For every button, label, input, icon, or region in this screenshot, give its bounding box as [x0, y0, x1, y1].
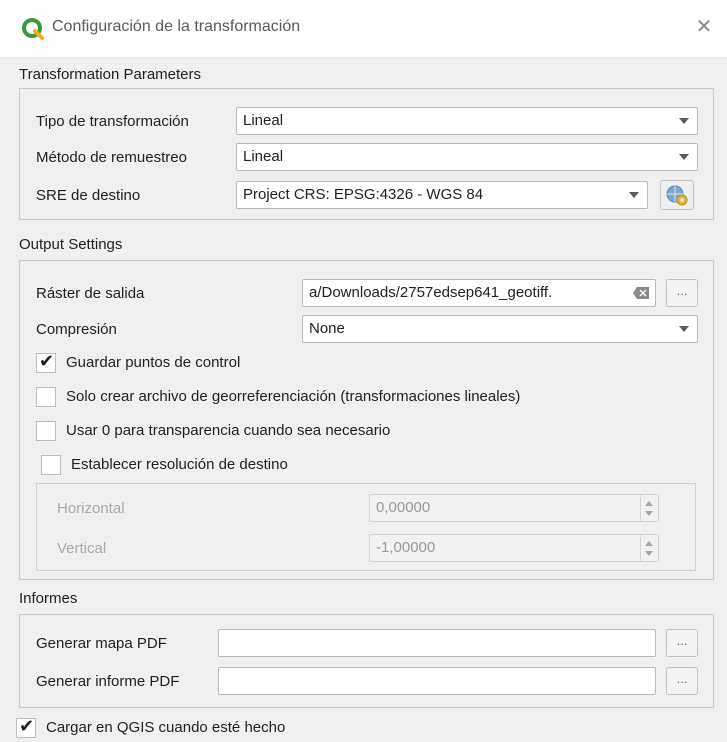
vertical-label: Vertical [57, 540, 107, 557]
browse-pdf-report-button[interactable]: ... [666, 667, 698, 695]
output-group: Ráster de salida a/Downloads/2757edsep64… [19, 260, 714, 580]
zero-transparency-checkbox[interactable] [36, 421, 56, 441]
select-crs-button[interactable] [660, 180, 694, 210]
target-crs-value: Project CRS: EPSG:4326 - WGS 84 [243, 186, 484, 203]
resampling-method-value: Lineal [243, 148, 284, 165]
reports-section-title: Informes [19, 590, 78, 607]
output-raster-value: a/Downloads/2757edsep641_geotiff. [309, 284, 553, 301]
qgis-logo-icon [22, 18, 44, 40]
title-bar: Configuración de la transformación ✕ [0, 0, 727, 58]
checkmark-icon: ✔ [19, 716, 35, 736]
browse-pdf-map-button[interactable]: ... [666, 629, 698, 657]
resampling-method-label: Método de remuestreo [36, 149, 187, 166]
horizontal-resolution-value: 0,00000 [376, 499, 431, 516]
target-crs-combo[interactable]: Project CRS: EPSG:4326 - WGS 84 [236, 181, 648, 209]
target-resolution-checkbox[interactable] [41, 455, 61, 475]
pdf-map-label: Generar mapa PDF [36, 635, 167, 652]
reports-group: Generar mapa PDF ... Generar informe PDF… [19, 614, 714, 708]
compression-value: None [309, 320, 345, 337]
chevron-down-icon [679, 154, 689, 160]
pdf-report-input[interactable] [218, 667, 656, 695]
world-file-only-label: Solo crear archivo de georreferenciación… [66, 388, 521, 405]
transformation-group: Tipo de transformación Lineal Método de … [19, 88, 714, 220]
compression-label: Compresión [36, 321, 117, 338]
compression-combo[interactable]: None [302, 315, 698, 343]
target-crs-label: SRE de destino [36, 187, 141, 204]
globe-gear-icon [666, 185, 688, 206]
output-raster-label: Ráster de salida [36, 285, 145, 302]
chevron-down-icon [679, 326, 689, 332]
vertical-resolution-value: -1,00000 [376, 539, 436, 556]
transformation-type-combo[interactable]: Lineal [236, 107, 698, 135]
vertical-spinner[interactable] [640, 535, 658, 561]
spin-up-icon [645, 541, 653, 546]
resampling-method-combo[interactable]: Lineal [236, 143, 698, 171]
spin-down-icon [645, 551, 653, 556]
target-resolution-label: Establecer resolución de destino [71, 456, 288, 473]
horizontal-spinner[interactable] [640, 495, 658, 521]
transformation-type-value: Lineal [243, 112, 284, 129]
output-raster-input[interactable]: a/Downloads/2757edsep641_geotiff. [302, 279, 656, 307]
load-in-qgis-label: Cargar en QGIS cuando esté hecho [46, 719, 286, 736]
transformation-section-title: Transformation Parameters [19, 66, 202, 83]
horizontal-resolution-input[interactable]: 0,00000 [369, 494, 659, 522]
load-in-qgis-checkbox[interactable]: ✔ [16, 716, 36, 738]
dialog-body: Transformation Parameters Tipo de transf… [0, 58, 727, 742]
output-section-title: Output Settings [19, 236, 123, 253]
save-gcp-checkbox[interactable]: ✔ [36, 351, 56, 373]
transformation-type-label: Tipo de transformación [36, 113, 189, 130]
spin-up-icon [645, 501, 653, 506]
world-file-only-checkbox[interactable] [36, 387, 56, 407]
clear-field-icon[interactable] [633, 287, 649, 299]
spin-down-icon [645, 511, 653, 516]
browse-output-raster-button[interactable]: ... [666, 279, 698, 307]
window-title: Configuración de la transformación [52, 18, 301, 35]
resolution-group: Horizontal 0,00000 Vertical -1,00000 [36, 483, 696, 571]
vertical-resolution-input[interactable]: -1,00000 [369, 534, 659, 562]
pdf-map-input[interactable] [218, 629, 656, 657]
chevron-down-icon [629, 192, 639, 198]
close-icon[interactable]: ✕ [693, 16, 715, 38]
save-gcp-label: Guardar puntos de control [66, 354, 241, 371]
pdf-report-label: Generar informe PDF [36, 673, 180, 690]
checkmark-icon: ✔ [39, 351, 55, 371]
chevron-down-icon [679, 118, 689, 124]
zero-transparency-label: Usar 0 para transparencia cuando sea nec… [66, 422, 391, 439]
horizontal-label: Horizontal [57, 500, 125, 517]
